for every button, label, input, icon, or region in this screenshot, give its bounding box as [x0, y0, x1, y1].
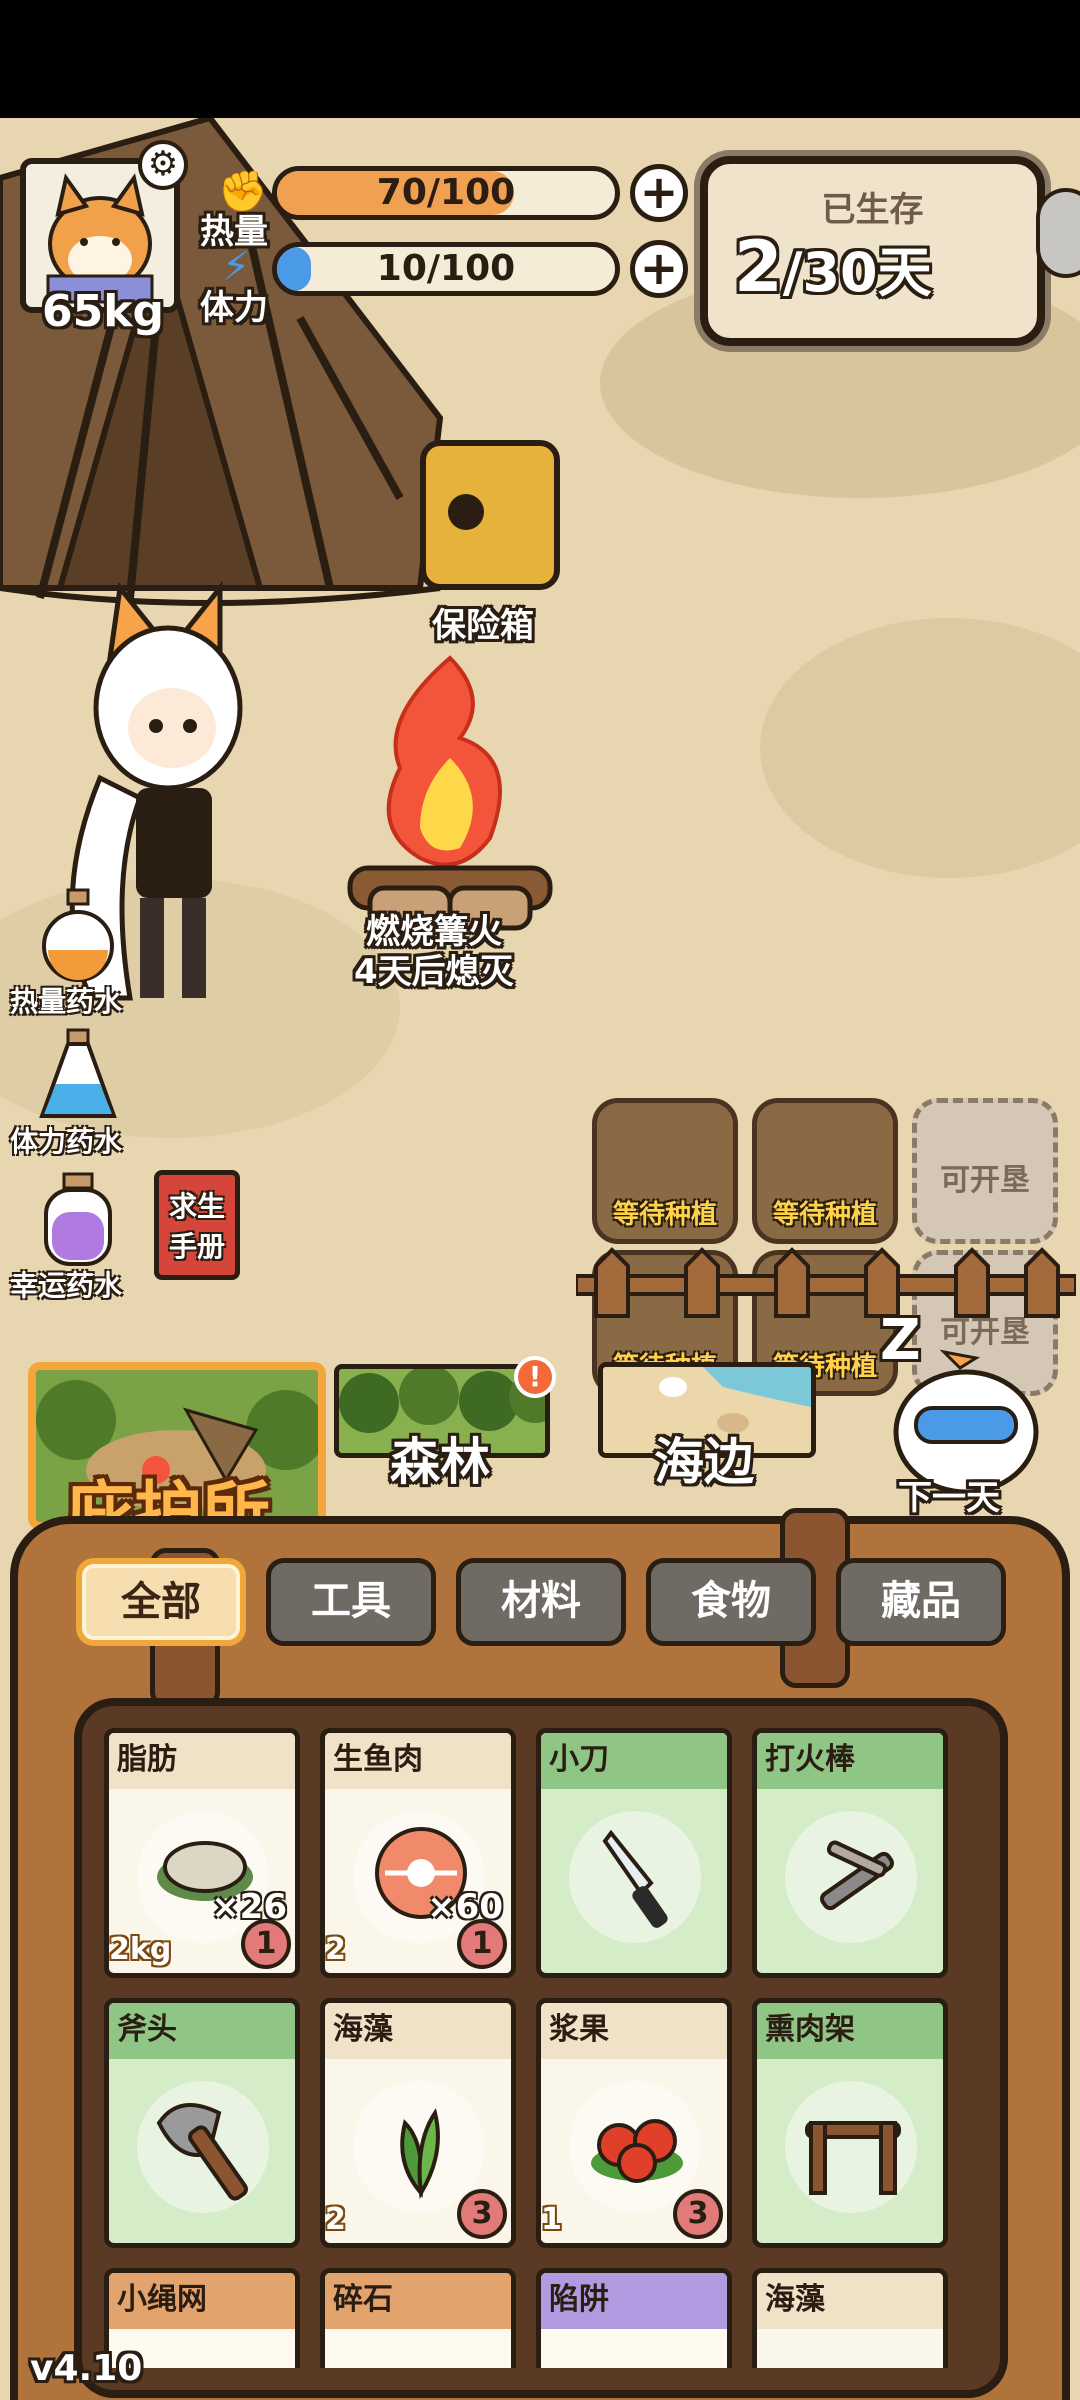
- item-badge: 3: [457, 2189, 507, 2239]
- forest-alert-badge: !: [514, 1356, 556, 1398]
- item-body: [757, 2059, 943, 2243]
- blue-potion-icon: [39, 1028, 117, 1118]
- stamina-label: 体力: [200, 288, 268, 328]
- farm-plot-label: 等待种植: [772, 1200, 877, 1230]
- fire-starter-icon: [820, 1840, 894, 1911]
- item-name: 海藻: [325, 2003, 511, 2059]
- inventory-cards: 脂肪 ×26 2kg 1 生鱼肉 ×60 2 1 小刀 打火棒 斧头 海藻 2 3 浆果 1 3 熏肉架 小绳网 碎石…: [104, 1728, 978, 2368]
- farm-plot[interactable]: 等待种植: [592, 1098, 738, 1244]
- settings-gear-icon[interactable]: ⚙: [138, 140, 188, 190]
- stamina-bar: 10/100: [272, 242, 620, 296]
- item-body: [541, 2329, 727, 2368]
- heat-plus-button[interactable]: +: [630, 164, 688, 222]
- farm-plot-locked[interactable]: 可开垦: [912, 1098, 1058, 1244]
- item-weight: 2: [325, 1932, 346, 1967]
- item-body: [757, 2329, 943, 2368]
- game-screen: ⚙ 65kg ✊ 热量 70/100 + ⚡ 体力 10/100 + 已生存 2…: [0, 118, 1080, 2400]
- inventory-card[interactable]: 浆果 1 3: [536, 1998, 732, 2248]
- campfire-status: 4天后熄灭: [354, 952, 514, 992]
- stamina-potion[interactable]: 体力药水: [10, 1028, 150, 1158]
- inventory-card[interactable]: 海藻 2 3: [320, 1998, 516, 2248]
- stamina-plus-button[interactable]: +: [630, 240, 688, 298]
- safe-box[interactable]: [420, 440, 560, 590]
- purple-potion-icon: [44, 1172, 112, 1266]
- inventory-card[interactable]: 熏肉架: [752, 1998, 948, 2248]
- inventory-card[interactable]: 打火棒: [752, 1728, 948, 1978]
- survival-days: 2/30天: [734, 226, 932, 308]
- tab-food[interactable]: 食物: [646, 1558, 816, 1646]
- tab-collectibles[interactable]: 藏品: [836, 1558, 1006, 1646]
- item-name: 脂肪: [109, 1733, 295, 1789]
- inventory-card[interactable]: 海藻: [752, 2268, 948, 2368]
- farm-plot-label: 等待种植: [612, 1200, 717, 1230]
- tab-tools[interactable]: 工具: [266, 1558, 436, 1646]
- item-name: 小绳网: [109, 2273, 295, 2329]
- axe-icon: [156, 2103, 248, 2201]
- stamina-value: 10/100: [376, 248, 516, 289]
- item-body: [109, 2059, 295, 2243]
- item-name: 陷阱: [541, 2273, 727, 2329]
- item-name: 生鱼肉: [325, 1733, 511, 1789]
- item-name: 熏肉架: [757, 2003, 943, 2059]
- heat-potion[interactable]: 热量药水: [10, 888, 150, 1018]
- heat-potion-label: 热量药水: [10, 985, 123, 1018]
- luck-potion-label: 幸运药水: [10, 1269, 123, 1302]
- item-name: 小刀: [541, 1733, 727, 1789]
- item-weight: 1: [541, 2202, 562, 2237]
- item-body: [757, 1789, 943, 1973]
- inventory-card[interactable]: 小刀: [536, 1728, 732, 1978]
- survival-days-current: 2: [734, 226, 783, 308]
- item-badge: 1: [457, 1919, 507, 1969]
- tab-materials[interactable]: 材料: [456, 1558, 626, 1646]
- item-body: [325, 2329, 511, 2368]
- survival-manual-book[interactable]: 求生 手册: [154, 1170, 240, 1280]
- survival-sign: 已生存 2/30天: [700, 156, 1045, 346]
- farm-plot[interactable]: 等待种植: [752, 1098, 898, 1244]
- item-name: 斧头: [109, 2003, 295, 2059]
- forest-label: 森林: [390, 1433, 490, 1491]
- knife-icon: [602, 1829, 668, 1928]
- beach-label: 海边: [654, 1433, 754, 1491]
- item-name: 打火棒: [757, 1733, 943, 1789]
- player-weight: 65kg: [42, 286, 164, 337]
- item-name: 碎石: [325, 2273, 511, 2329]
- item-badge: 3: [673, 2189, 723, 2239]
- campfire[interactable]: [340, 638, 560, 938]
- heat-bar: 70/100: [272, 166, 620, 220]
- item-weight: 2: [325, 2202, 346, 2237]
- item-body: ×60 2 1: [325, 1789, 511, 1973]
- item-body: [541, 1789, 727, 1973]
- item-body: ×26 2kg 1: [109, 1789, 295, 1973]
- tab-all[interactable]: 全部: [76, 1558, 246, 1646]
- next-day-label: 下一天: [898, 1478, 1000, 1518]
- luck-potion[interactable]: 幸运药水: [10, 1172, 150, 1302]
- stamina-potion-label: 体力药水: [10, 1125, 123, 1158]
- item-body: 23: [325, 2059, 511, 2243]
- farm-fence: [576, 1247, 1076, 1318]
- inventory-card[interactable]: 生鱼肉 ×60 2 1: [320, 1728, 516, 1978]
- item-weight: 2kg: [109, 1932, 172, 1967]
- manual-line1: 求生: [168, 1190, 225, 1223]
- smoking-rack-icon: [805, 2121, 901, 2195]
- item-body: 13: [541, 2059, 727, 2243]
- farm-plot-label: 可开垦: [940, 1163, 1030, 1198]
- manual-line2: 手册: [168, 1230, 225, 1263]
- safe-lock-icon: [448, 494, 484, 530]
- item-name: 海藻: [757, 2273, 943, 2329]
- item-name: 浆果: [541, 2003, 727, 2059]
- side-menu-handle[interactable]: [1036, 188, 1080, 278]
- inventory-card[interactable]: 脂肪 ×26 2kg 1: [104, 1728, 300, 1978]
- inventory-card[interactable]: 斧头: [104, 1998, 300, 2248]
- survival-label: 已生存: [821, 190, 924, 230]
- inventory-grid: 脂肪 ×26 2kg 1 生鱼肉 ×60 2 1 小刀 打火棒 斧头 海藻 2 3 浆果 1 3 熏肉架 小绳网 碎石…: [104, 1728, 978, 2368]
- inventory-card[interactable]: 碎石: [320, 2268, 516, 2368]
- ground-patch: [760, 618, 1080, 878]
- heat-value: 70/100: [376, 172, 516, 213]
- item-badge: 1: [241, 1919, 291, 1969]
- survival-days-total: /30天: [782, 241, 932, 304]
- version-label: v4.10: [30, 2348, 143, 2389]
- orange-potion-icon: [42, 888, 114, 982]
- inventory-card[interactable]: 陷阱: [536, 2268, 732, 2368]
